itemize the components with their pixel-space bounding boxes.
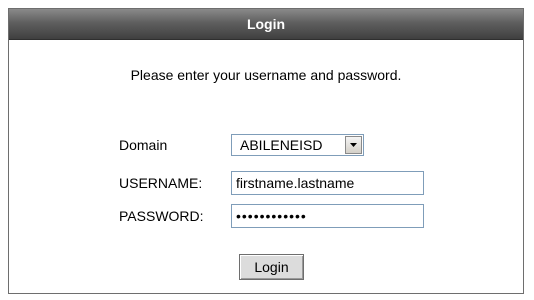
login-button[interactable]: Login xyxy=(239,254,304,280)
domain-select[interactable]: ABILENEISD xyxy=(231,134,364,156)
domain-label: Domain xyxy=(119,137,168,153)
username-field[interactable]: firstname.lastname xyxy=(231,171,424,195)
username-label: USERNAME: xyxy=(119,175,203,191)
panel-title: Login xyxy=(9,9,523,40)
password-field[interactable]: •••••••••••• xyxy=(231,204,424,228)
domain-dropdown-button[interactable] xyxy=(345,136,362,154)
domain-select-value: ABILENEISD xyxy=(240,137,323,153)
login-panel: Login Please enter your username and pas… xyxy=(8,8,524,294)
chevron-down-icon xyxy=(350,143,357,147)
password-label: PASSWORD: xyxy=(119,208,204,224)
instructions-text: Please enter your username and password. xyxy=(130,67,402,83)
